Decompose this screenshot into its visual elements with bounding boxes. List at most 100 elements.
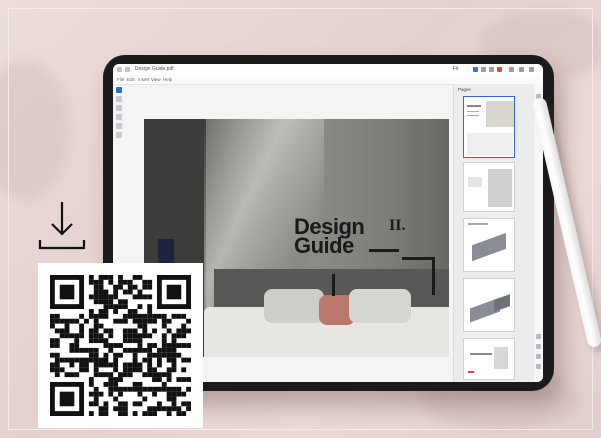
qr-module — [161, 406, 167, 412]
qr-module — [69, 347, 75, 353]
qr-code[interactable] — [38, 263, 203, 428]
qr-module — [69, 372, 75, 378]
qr-module — [50, 352, 55, 358]
qr-module — [54, 367, 60, 373]
hand-tool-icon[interactable] — [116, 96, 122, 102]
rail-icon[interactable] — [536, 344, 541, 349]
qr-module — [59, 357, 65, 363]
menu-view[interactable]: View — [151, 77, 161, 82]
qr-module — [156, 372, 162, 378]
menu-help[interactable]: Help — [163, 77, 172, 82]
highlight-tool-icon[interactable] — [116, 114, 122, 120]
select-tool-icon[interactable] — [116, 87, 122, 93]
qr-module — [122, 279, 128, 285]
qr-module — [79, 323, 85, 329]
title-rule — [332, 274, 335, 296]
qr-module — [108, 372, 114, 378]
qr-module — [156, 313, 162, 319]
qr-module — [74, 338, 80, 344]
qr-module — [147, 333, 153, 339]
menu-icon[interactable] — [529, 67, 534, 72]
qr-module — [93, 318, 99, 324]
qr-module — [122, 411, 128, 416]
qr-module — [93, 333, 99, 339]
page-thumbnail[interactable] — [463, 338, 515, 380]
qr-module — [118, 377, 123, 382]
qr-pattern — [50, 275, 191, 416]
qr-module — [69, 357, 75, 363]
qr-module — [69, 362, 75, 368]
qr-module — [64, 357, 70, 363]
qr-module — [50, 313, 55, 319]
qr-module — [103, 401, 109, 407]
title-rule — [369, 249, 399, 252]
blue-door — [158, 239, 174, 265]
share-icon[interactable] — [473, 67, 478, 72]
text-tool-icon[interactable] — [116, 123, 122, 129]
qr-module — [176, 391, 182, 397]
qr-module — [137, 338, 143, 344]
annotate-icon[interactable] — [497, 67, 502, 72]
zoom-label[interactable]: Fit — [453, 66, 459, 72]
qr-module — [122, 372, 128, 378]
qr-module — [54, 352, 60, 358]
rail-icon[interactable] — [536, 354, 541, 359]
page-thumbnail[interactable] — [463, 96, 515, 158]
qr-module — [98, 275, 104, 280]
thumb-image — [468, 177, 482, 187]
qr-module — [88, 338, 94, 344]
qr-module — [142, 333, 148, 339]
qr-module — [122, 338, 128, 344]
back-icon[interactable] — [125, 67, 130, 72]
qr-module — [152, 391, 157, 397]
shape-tool-icon[interactable] — [116, 132, 122, 138]
qr-module — [103, 328, 109, 334]
qr-module — [132, 328, 138, 334]
qr-module — [186, 343, 191, 348]
qr-module — [93, 323, 99, 329]
qr-module — [152, 372, 157, 378]
qr-module — [166, 357, 172, 363]
qr-module — [142, 294, 148, 300]
search-icon[interactable] — [489, 67, 494, 72]
qr-module — [181, 323, 187, 329]
panel-title: Pages — [458, 87, 471, 92]
qr-module — [166, 372, 172, 378]
pen-tool-icon[interactable] — [116, 105, 122, 111]
menu-insert[interactable]: Insert — [138, 77, 149, 82]
qr-module — [181, 377, 187, 382]
qr-module — [171, 401, 177, 407]
pillow — [264, 289, 324, 323]
qr-module — [113, 406, 119, 412]
qr-module — [186, 318, 191, 324]
qr-module — [156, 352, 162, 358]
qr-module — [161, 323, 167, 329]
thumb-drawing — [470, 353, 492, 369]
qr-module — [142, 372, 148, 378]
qr-module — [54, 343, 60, 348]
home-icon[interactable] — [117, 67, 122, 72]
more-icon[interactable] — [519, 67, 524, 72]
qr-module — [84, 318, 89, 324]
qr-module — [127, 367, 133, 373]
qr-module — [132, 386, 138, 392]
menu-edit[interactable]: Edit — [127, 77, 135, 82]
page-thumbnail[interactable] — [463, 162, 515, 212]
qr-module — [156, 357, 162, 363]
page-thumbnail[interactable] — [463, 278, 515, 332]
qr-module — [127, 279, 133, 285]
page-title: Design Guide — [294, 216, 365, 257]
qr-module — [122, 313, 128, 319]
rail-icon[interactable] — [536, 364, 541, 369]
page-thumbnail[interactable] — [463, 218, 515, 272]
qr-module — [176, 377, 182, 382]
pen-icon[interactable] — [509, 67, 514, 72]
qr-module — [147, 362, 153, 368]
qr-module — [118, 352, 123, 358]
rail-icon[interactable] — [536, 334, 541, 339]
menu-file[interactable]: File — [117, 77, 124, 82]
qr-module — [113, 381, 119, 387]
title-rule — [402, 257, 434, 260]
comment-icon[interactable] — [481, 67, 486, 72]
qr-module — [152, 367, 157, 373]
